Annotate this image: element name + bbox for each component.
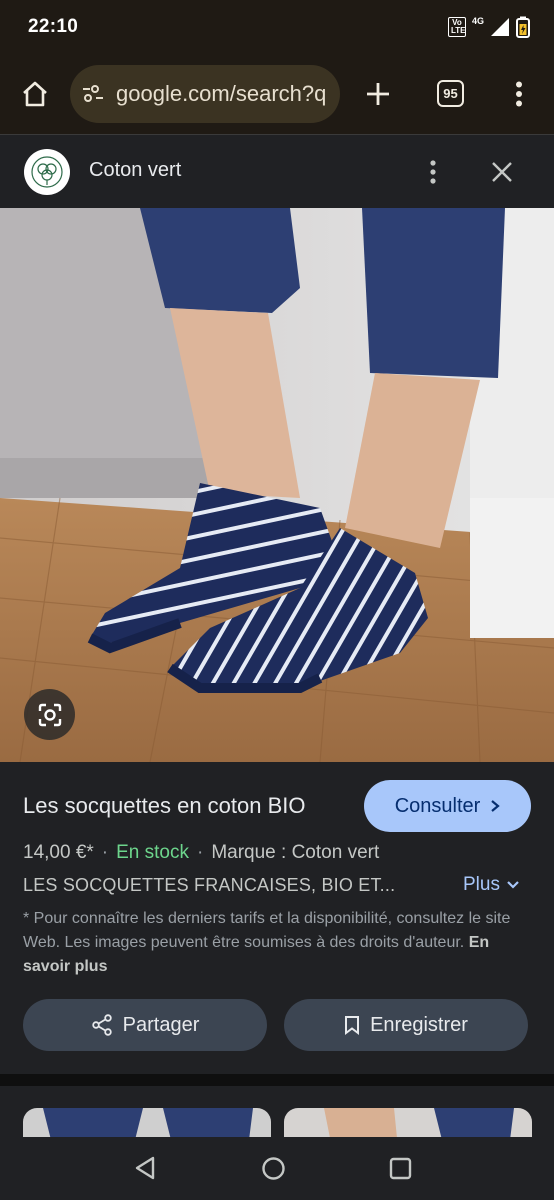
battery-icon: [516, 16, 530, 38]
save-button[interactable]: Enregistrer: [284, 999, 528, 1051]
home-button[interactable]: [0, 54, 70, 134]
plus-icon: [367, 83, 389, 105]
more-vert-icon: [516, 81, 522, 107]
availability-badge: En stock: [116, 842, 189, 863]
home-icon: [23, 81, 47, 107]
close-icon: [492, 162, 512, 182]
save-label: Enregistrer: [370, 1013, 468, 1036]
new-tab-button[interactable]: [358, 74, 398, 114]
site-name[interactable]: Coton vert: [89, 159, 181, 182]
share-icon: [91, 1014, 112, 1036]
product-title[interactable]: Les socquettes en coton BIO: [23, 793, 306, 819]
site-info-icon[interactable]: [80, 81, 106, 107]
tab-switcher-button[interactable]: 95: [437, 80, 464, 107]
back-icon[interactable]: [133, 1155, 159, 1181]
result-sheet-header: Coton vert: [0, 134, 554, 208]
more-vert-icon: [430, 160, 436, 184]
product-meta: 14,00 €* · En stock · Marque : Coton ver…: [23, 842, 379, 864]
chevron-down-icon: [507, 881, 519, 889]
consult-label: Consulter: [394, 794, 481, 817]
browser-toolbar: google.com/search?q 95: [0, 54, 554, 134]
disclaimer: * Pour connaître les derniers tarifs et …: [23, 907, 533, 979]
more-label: Plus: [463, 874, 500, 895]
cotton-flower-icon: [31, 156, 63, 188]
status-time: 22:10: [28, 16, 79, 37]
bookmark-icon: [345, 1016, 360, 1035]
share-label: Partager: [122, 1013, 200, 1036]
disclaimer-text: * Pour connaître les derniers tarifs et …: [23, 910, 511, 951]
lens-icon: [38, 703, 61, 726]
network-type: 4G: [471, 16, 484, 26]
separator-dot: ·: [197, 842, 204, 863]
site-logo[interactable]: [24, 149, 70, 195]
browser-menu-button[interactable]: [505, 74, 533, 114]
signal-icon: [491, 18, 509, 36]
price: 14,00 €*: [23, 842, 94, 863]
product-description: LES SOCQUETTES FRANCAISES, BIO ET...: [23, 875, 396, 895]
system-navigation-bar: [0, 1137, 554, 1200]
status-icons: Vo LTE 4G: [447, 16, 530, 38]
product-info-panel: Les socquettes en coton BIO Consulter 14…: [0, 762, 554, 1074]
section-divider: [0, 1074, 554, 1086]
volte-icon: Vo LTE: [447, 17, 466, 37]
more-button[interactable]: Plus: [463, 874, 520, 896]
brand: Marque : Coton vert: [211, 842, 380, 863]
status-bar: 22:10 Vo LTE 4G: [0, 0, 554, 54]
recent-apps-icon[interactable]: [389, 1157, 412, 1180]
socks-photo: [0, 208, 554, 762]
address-bar[interactable]: google.com/search?q: [70, 65, 340, 123]
sheet-options-button[interactable]: [420, 153, 446, 191]
home-nav-icon[interactable]: [261, 1156, 286, 1181]
chevron-right-icon: [491, 800, 501, 812]
consult-button[interactable]: Consulter: [364, 780, 531, 832]
product-image[interactable]: [0, 208, 554, 762]
share-button[interactable]: Partager: [23, 999, 267, 1051]
separator-dot: ·: [101, 842, 109, 863]
close-button[interactable]: [484, 152, 520, 192]
google-lens-button[interactable]: [24, 689, 75, 740]
url-text: google.com/search?q: [116, 81, 327, 106]
